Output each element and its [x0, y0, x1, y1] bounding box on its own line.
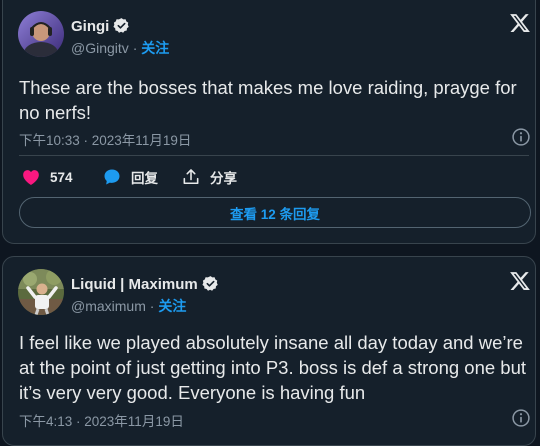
author-handle[interactable]: @maximum: [71, 298, 146, 314]
follow-button[interactable]: 关注: [158, 298, 186, 314]
reply-bubble-icon: [104, 169, 120, 185]
like-count: 574: [50, 169, 73, 185]
info-icon[interactable]: [511, 127, 531, 147]
x-logo-icon[interactable]: [509, 12, 531, 34]
author-name-text[interactable]: Gingi: [71, 18, 109, 35]
tweet-timestamp[interactable]: 下午10:33 · 2023年11月19日: [19, 129, 191, 149]
author-name[interactable]: Liquid | Maximum: [71, 275, 219, 293]
verified-badge-icon: [113, 18, 130, 33]
author-name-text[interactable]: Liquid | Maximum: [71, 276, 198, 293]
share-label: 分享: [210, 171, 237, 186]
tweet-timestamp[interactable]: 下午4:13 · 2023年11月19日: [19, 410, 184, 430]
author-name[interactable]: Gingi: [71, 17, 130, 35]
handle-line: @maximum · 关注: [71, 296, 186, 316]
view-replies-button[interactable]: 查看 12 条回复: [19, 197, 531, 228]
info-icon[interactable]: [511, 408, 531, 428]
reply-label: 回复: [131, 171, 158, 186]
follow-button[interactable]: 关注: [141, 40, 169, 56]
tweet-card-gingi: Gingi @Gingitv · 关注 These are the bosses…: [2, 0, 536, 244]
divider: [19, 155, 529, 156]
share-button[interactable]: 分享: [181, 167, 237, 187]
dot-separator: ·: [149, 298, 155, 314]
avatar-gingi[interactable]: [18, 11, 64, 57]
handle-line: @Gingitv · 关注: [71, 38, 169, 58]
tweet-card-maximum: Liquid | Maximum @maximum · 关注 I feel li…: [2, 256, 536, 446]
dot-separator: ·: [132, 40, 138, 56]
view-replies-label: 查看 12 条回复: [229, 206, 321, 222]
heart-icon: [23, 170, 39, 185]
reply-button[interactable]: 回复: [102, 167, 158, 187]
verified-badge-icon: [202, 276, 218, 291]
tweet-text: These are the bosses that makes me love …: [19, 77, 517, 123]
share-icon: [183, 169, 199, 185]
tweet-text: I feel like we played absolutely insane …: [19, 332, 527, 403]
like-button[interactable]: 574: [21, 167, 73, 187]
avatar-maximum[interactable]: [18, 269, 64, 315]
x-logo-icon[interactable]: [509, 270, 531, 292]
author-handle[interactable]: @Gingitv: [71, 40, 129, 56]
